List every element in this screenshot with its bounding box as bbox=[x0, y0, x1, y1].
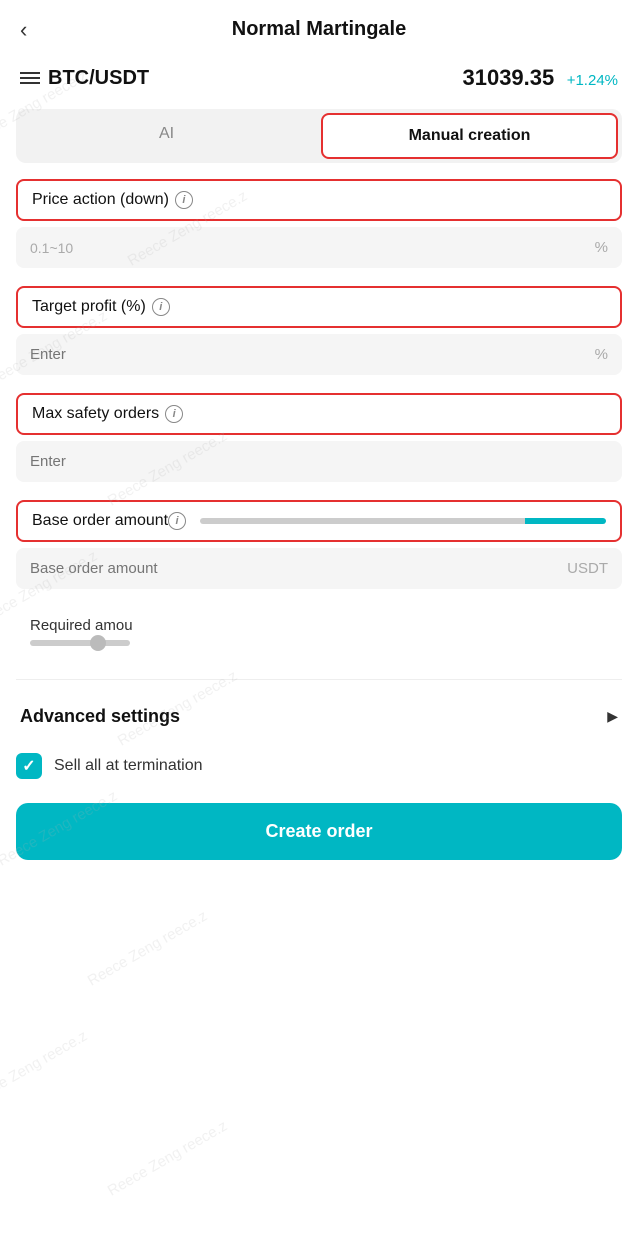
base-order-amount-label-row: Base order amount i bbox=[16, 500, 622, 542]
target-profit-input[interactable] bbox=[30, 346, 595, 363]
back-button[interactable]: ‹ bbox=[20, 17, 27, 43]
header: ‹ Normal Martingale bbox=[0, 0, 638, 55]
required-amount-section: Required amou bbox=[16, 607, 622, 661]
max-safety-orders-section: Max safety orders i bbox=[16, 393, 622, 482]
required-bar-thumb bbox=[90, 635, 106, 651]
target-profit-input-row[interactable]: % bbox=[16, 334, 622, 375]
required-bar bbox=[30, 640, 130, 646]
advanced-settings-label: Advanced settings bbox=[20, 706, 180, 727]
divider bbox=[16, 679, 622, 680]
sell-termination-row: ✓ Sell all at termination bbox=[16, 753, 622, 779]
price-action-label-row: Price action (down) i bbox=[16, 179, 622, 221]
checkmark-icon: ✓ bbox=[22, 756, 35, 776]
sell-termination-label: Sell all at termination bbox=[54, 757, 203, 775]
price-action-info-icon[interactable]: i bbox=[175, 191, 193, 209]
symbol-price-group: 31039.35 +1.24% bbox=[462, 65, 618, 91]
price-action-range-hint: 0.1~10 bbox=[30, 240, 595, 256]
target-profit-section: Target profit (%) i % bbox=[16, 286, 622, 375]
page-title: Normal Martingale bbox=[232, 18, 406, 41]
base-order-amount-input[interactable] bbox=[30, 560, 567, 577]
base-order-amount-label: Base order amount bbox=[32, 512, 168, 530]
target-profit-info-icon[interactable]: i bbox=[152, 298, 170, 316]
price-action-input-row: 0.1~10 % bbox=[16, 227, 622, 268]
max-safety-orders-input[interactable] bbox=[30, 453, 608, 470]
sell-termination-checkbox[interactable]: ✓ bbox=[16, 753, 42, 779]
symbol-name: BTC/USDT bbox=[48, 67, 149, 90]
max-safety-orders-input-row[interactable] bbox=[16, 441, 622, 482]
base-order-amount-suffix: USDT bbox=[567, 560, 608, 577]
symbol-change: +1.24% bbox=[567, 72, 618, 89]
target-profit-label-row: Target profit (%) i bbox=[16, 286, 622, 328]
price-action-section: Price action (down) i 0.1~10 % bbox=[16, 179, 622, 268]
target-profit-label: Target profit (%) bbox=[32, 298, 146, 316]
tab-container: AI Manual creation bbox=[16, 109, 622, 163]
create-order-button[interactable]: Create order bbox=[16, 803, 622, 860]
required-amount-label: Required amou bbox=[30, 617, 608, 634]
required-bar-wrap bbox=[30, 640, 608, 651]
base-order-amount-input-row[interactable]: USDT bbox=[16, 548, 622, 589]
base-order-amount-info-icon[interactable]: i bbox=[168, 512, 186, 530]
base-order-slider-preview bbox=[200, 518, 606, 524]
max-safety-orders-label-row: Max safety orders i bbox=[16, 393, 622, 435]
tab-manual[interactable]: Manual creation bbox=[321, 113, 618, 159]
symbol-bar: BTC/USDT 31039.35 +1.24% bbox=[0, 55, 638, 105]
chevron-right-icon: ▶ bbox=[607, 708, 618, 725]
target-profit-suffix: % bbox=[595, 346, 608, 363]
max-safety-orders-info-icon[interactable]: i bbox=[165, 405, 183, 423]
base-order-amount-section: Base order amount i USDT bbox=[16, 500, 622, 589]
symbol-left: BTC/USDT bbox=[20, 67, 149, 90]
tab-ai[interactable]: AI bbox=[20, 113, 313, 159]
max-safety-orders-label: Max safety orders bbox=[32, 405, 159, 423]
required-bar-container bbox=[30, 640, 160, 651]
price-action-suffix: % bbox=[595, 239, 608, 256]
price-action-label: Price action (down) bbox=[32, 191, 169, 209]
advanced-settings-row[interactable]: Advanced settings ▶ bbox=[16, 696, 622, 737]
symbol-price: 31039.35 bbox=[462, 65, 554, 90]
hamburger-icon[interactable] bbox=[20, 72, 40, 84]
